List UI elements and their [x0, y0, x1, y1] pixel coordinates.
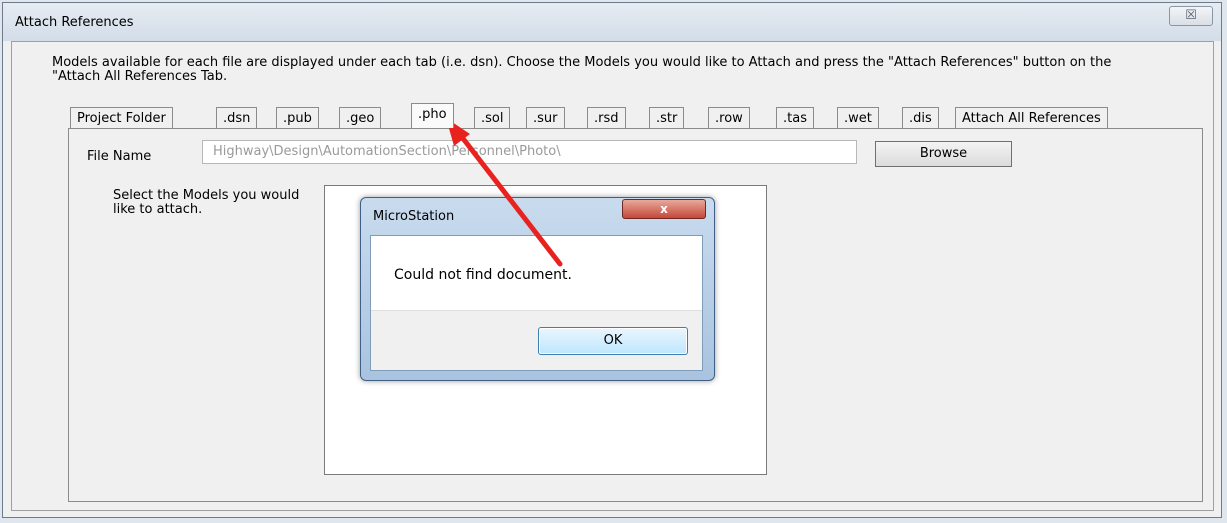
- dialog-close-button[interactable]: x: [622, 199, 706, 219]
- microstation-dialog: MicroStation x Could not find document. …: [360, 197, 715, 381]
- tab-geo[interactable]: .geo: [339, 107, 382, 128]
- dialog-title: MicroStation: [373, 209, 455, 224]
- tab-sur[interactable]: .sur: [526, 107, 565, 128]
- tab-wet[interactable]: .wet: [837, 107, 879, 128]
- title-bar[interactable]: Attach References ☒: [3, 3, 1221, 41]
- window-close-button[interactable]: ☒: [1169, 6, 1213, 26]
- tab-row[interactable]: .row: [708, 107, 750, 128]
- tab-tas[interactable]: .tas: [776, 107, 814, 128]
- select-models-label: Select the Models you would like to atta…: [113, 188, 300, 217]
- dialog-message: Could not find document.: [394, 267, 572, 283]
- file-name-label: File Name: [87, 149, 152, 164]
- tab-attach-all-references[interactable]: Attach All References: [955, 107, 1108, 128]
- dialog-footer: OK: [371, 310, 702, 370]
- tab-str[interactable]: .str: [649, 107, 685, 128]
- tab-rsd[interactable]: .rsd: [587, 107, 626, 128]
- instructions-text: Models available for each file are displ…: [52, 55, 1112, 84]
- tab-sol[interactable]: .sol: [474, 107, 511, 128]
- tab-pho[interactable]: .pho: [411, 103, 454, 128]
- ok-button[interactable]: OK: [538, 327, 688, 355]
- tab-dis[interactable]: .dis: [902, 107, 939, 128]
- tab-project-folder[interactable]: Project Folder: [70, 107, 173, 128]
- browse-button[interactable]: Browse: [875, 141, 1012, 167]
- dialog-body: Could not find document. OK: [370, 235, 703, 371]
- tab-dsn[interactable]: .dsn: [216, 107, 258, 128]
- window-title: Attach References: [15, 15, 134, 30]
- file-name-input[interactable]: Highway\Design\AutomationSection\Personn…: [202, 140, 857, 164]
- tab-pub[interactable]: .pub: [276, 107, 319, 128]
